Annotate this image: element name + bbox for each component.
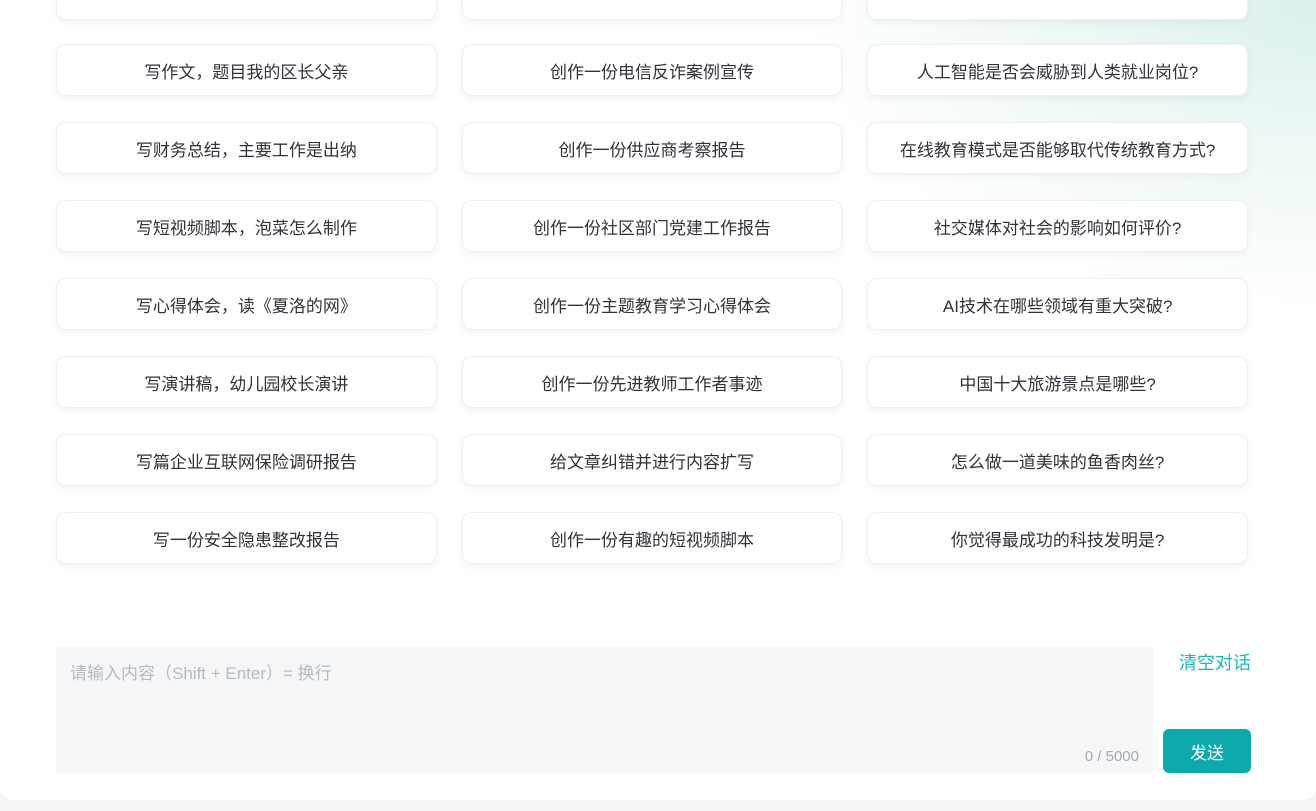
message-input[interactable] — [56, 647, 1153, 773]
suggestion-card-partial[interactable] — [462, 0, 843, 20]
suggestion-grid: 写作文，题目我的区长父亲 创作一份电信反诈案例宣传 人工智能是否会威胁到人类就业… — [56, 44, 1248, 564]
suggestion-card[interactable]: 人工智能是否会威胁到人类就业岗位? — [867, 44, 1248, 96]
suggestion-card-partial[interactable] — [56, 0, 437, 20]
suggestion-card[interactable]: 写一份安全隐患整改报告 — [56, 512, 437, 564]
clear-chat-button[interactable]: 清空对话 — [1179, 649, 1251, 675]
suggestion-card[interactable]: 你觉得最成功的科技发明是? — [867, 512, 1248, 564]
suggestion-card[interactable]: 创作一份先进教师工作者事迹 — [462, 356, 843, 408]
suggestion-card[interactable]: 创作一份有趣的短视频脚本 — [462, 512, 843, 564]
send-button[interactable]: 发送 — [1163, 729, 1251, 773]
composer: 0 / 5000 清空对话 发送 — [56, 647, 1251, 773]
suggestion-card[interactable]: 给文章纠错并进行内容扩写 — [462, 434, 843, 486]
previous-suggestion-row — [56, 0, 1248, 20]
suggestion-card[interactable]: 社交媒体对社会的影响如何评价? — [867, 200, 1248, 252]
suggestion-card[interactable]: 写作文，题目我的区长父亲 — [56, 44, 437, 96]
suggestion-card[interactable]: 写演讲稿，幼儿园校长演讲 — [56, 356, 437, 408]
suggestion-card[interactable]: 创作一份电信反诈案例宣传 — [462, 44, 843, 96]
suggestion-card[interactable]: 怎么做一道美味的鱼香肉丝? — [867, 434, 1248, 486]
composer-side-actions: 清空对话 发送 — [1163, 647, 1251, 773]
suggestion-card[interactable]: 创作一份主题教育学习心得体会 — [462, 278, 843, 330]
suggestion-card[interactable]: 写心得体会，读《夏洛的网》 — [56, 278, 437, 330]
message-input-wrap: 0 / 5000 — [56, 647, 1153, 773]
suggestion-card[interactable]: 在线教育模式是否能够取代传统教育方式? — [867, 122, 1248, 174]
suggestion-card[interactable]: 写短视频脚本，泡菜怎么制作 — [56, 200, 437, 252]
char-counter: 0 / 5000 — [1085, 748, 1139, 765]
chat-home-panel: 写作文，题目我的区长父亲 创作一份电信反诈案例宣传 人工智能是否会威胁到人类就业… — [0, 0, 1316, 800]
suggestion-card-partial[interactable] — [867, 0, 1248, 20]
suggestion-card[interactable]: 创作一份供应商考察报告 — [462, 122, 843, 174]
footer-strip — [0, 800, 1316, 811]
suggestion-card[interactable]: 写篇企业互联网保险调研报告 — [56, 434, 437, 486]
suggestion-card[interactable]: AI技术在哪些领域有重大突破? — [867, 278, 1248, 330]
suggestion-card[interactable]: 创作一份社区部门党建工作报告 — [462, 200, 843, 252]
suggestion-card[interactable]: 中国十大旅游景点是哪些? — [867, 356, 1248, 408]
suggestion-card[interactable]: 写财务总结，主要工作是出纳 — [56, 122, 437, 174]
